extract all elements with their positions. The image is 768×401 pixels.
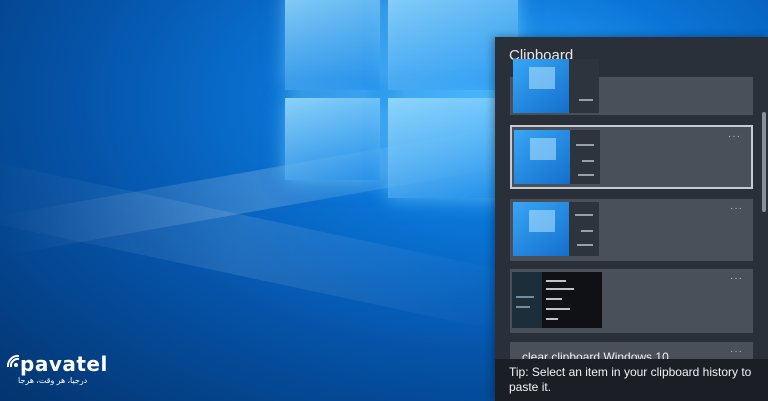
screenshot-thumbnail <box>513 59 599 113</box>
thumbnail-line <box>582 160 594 162</box>
thumbnail-window <box>529 210 555 232</box>
tip-banner: Tip: Select an item in your clipboard hi… <box>495 359 768 401</box>
thumbnail-code <box>516 296 534 298</box>
windows-logo-pane <box>285 0 380 90</box>
thumbnail-code <box>546 288 574 290</box>
thumbnail-code <box>546 280 566 282</box>
clipboard-item[interactable] <box>510 59 753 115</box>
watermark: pavatel درجیا، هر وقت، هرجا <box>6 352 116 392</box>
more-options-icon[interactable]: ··· <box>730 273 743 284</box>
thumbnail-line <box>575 214 593 216</box>
thumbnail-line <box>581 230 593 232</box>
thumbnail-panel <box>569 59 599 113</box>
windows-logo-icon <box>285 0 525 210</box>
thumbnail-line <box>577 244 593 246</box>
clipboard-item[interactable]: ··· <box>510 199 753 261</box>
scrollbar[interactable] <box>762 112 766 212</box>
more-options-icon[interactable]: ··· <box>730 346 743 357</box>
thumbnail-sidebar <box>512 272 542 328</box>
watermark-brand: pavatel <box>20 352 108 376</box>
thumbnail-line <box>576 144 594 146</box>
clipboard-panel: Clipboard ··· ··· ··· clear clipboard Wi… <box>495 37 768 401</box>
thumbnail-code <box>546 298 562 300</box>
clipboard-item-selected[interactable]: ··· <box>510 125 753 189</box>
thumbnail-code <box>546 318 558 320</box>
watermark-tagline: درجیا، هر وقت، هرجا <box>18 376 88 385</box>
command-window-thumbnail <box>512 272 602 328</box>
more-options-icon[interactable]: ··· <box>728 131 741 142</box>
more-options-icon[interactable]: ··· <box>730 203 743 214</box>
clipboard-item[interactable]: ··· <box>510 269 753 333</box>
thumbnail-window <box>529 67 555 89</box>
thumbnail-code <box>546 308 570 310</box>
screenshot-thumbnail <box>513 202 599 256</box>
tip-text: Tip: Select an item in your clipboard hi… <box>509 365 752 394</box>
windows-logo-pane <box>285 98 380 180</box>
thumbnail-line <box>578 174 594 176</box>
thumbnail-code <box>516 306 530 308</box>
thumbnail-panel <box>569 202 599 256</box>
thumbnail-window <box>530 138 556 160</box>
thumbnail-line <box>579 99 593 101</box>
screenshot-thumbnail <box>514 130 600 184</box>
